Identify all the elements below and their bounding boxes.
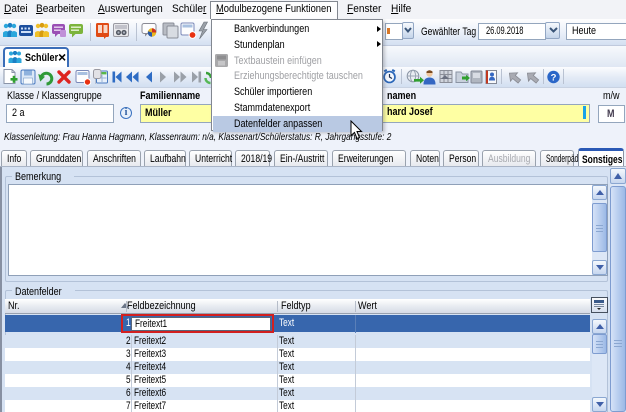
svg-text:?: ? bbox=[551, 72, 557, 83]
